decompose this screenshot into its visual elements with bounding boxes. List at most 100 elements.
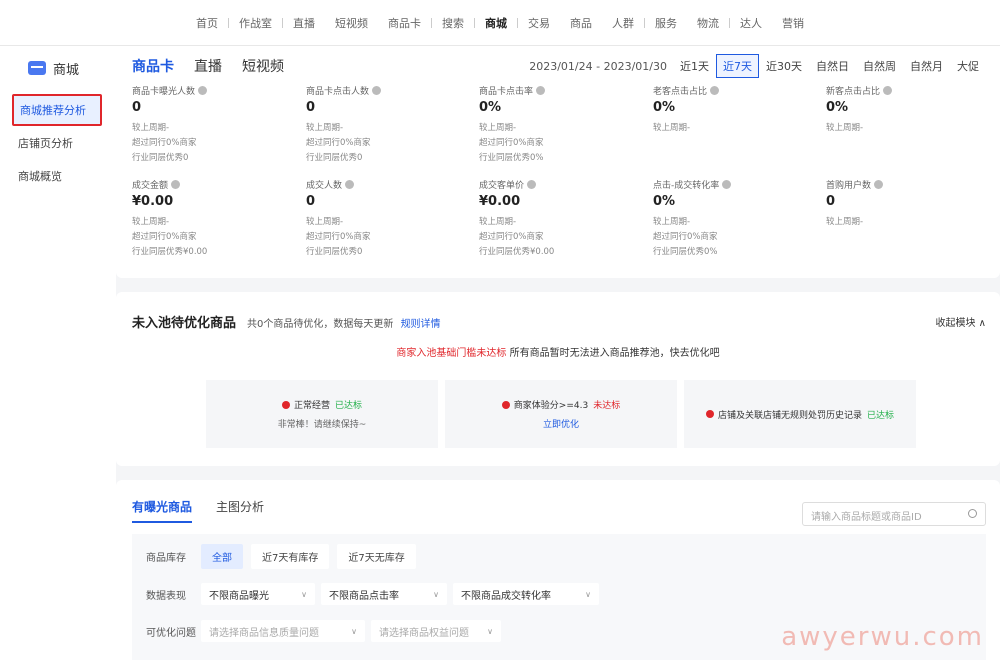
metric-card: 老客点击占比 0% 较上周期- — [653, 84, 823, 136]
pool-module: 未入池待优化商品 共0个商品待优化，数据每天更新 规则详情 收起模块 ∧ 商家入… — [116, 292, 1000, 466]
help-icon[interactable] — [198, 86, 208, 95]
sidebar: 商城 商城推荐分析 店铺页分析 商城概览 — [0, 46, 116, 660]
optimize-now-link[interactable]: 立即优化 — [543, 417, 579, 430]
alert-icon — [281, 400, 290, 409]
chevron-down-icon: ∨ — [487, 626, 493, 636]
criteria-label: 店铺及关联店铺无规则处罚历史记录 — [717, 410, 862, 421]
perf-label: 数据表现 — [146, 590, 186, 602]
metric-value: 0 — [132, 100, 142, 115]
sidebar-item-mall-overview[interactable]: 商城概览 — [0, 159, 116, 192]
metric-label-text: 商品卡曝光人数 — [132, 87, 196, 97]
chevron-down-icon: ∨ — [585, 589, 591, 599]
issue-label: 可优化问题 — [146, 627, 196, 639]
metrics-panel: 商品卡曝光人数 0 较上周期- 超过同行0%商家 行业同层优秀0 商品卡点击人数 0 较上周期… — [116, 86, 1000, 278]
metric-sub: 行业同层优秀¥0.00 — [479, 247, 555, 257]
nav-item[interactable]: 短视频 — [325, 15, 378, 31]
metric-sub: 较上周期- — [132, 217, 170, 227]
stock-7d-in-chip[interactable]: 近7天有库存 — [251, 544, 330, 569]
metric-sub: 超过同行0%商家 — [653, 232, 718, 242]
metric-sub: 超过同行0%商家 — [479, 232, 544, 242]
nav-item[interactable]: 商品 — [560, 15, 602, 31]
tab-product-card[interactable]: 商品卡 — [132, 56, 174, 76]
help-icon[interactable] — [722, 180, 732, 189]
nav-item[interactable]: 直播 — [283, 15, 325, 31]
sidebar-item-mall-recommend[interactable]: 商城推荐分析 — [12, 94, 102, 126]
collapse-module-button[interactable]: 收起模块 ∧ — [936, 314, 987, 329]
pool-title: 未入池待优化商品 — [132, 316, 237, 331]
tab-exposed-goods[interactable]: 有曝光商品 — [132, 498, 193, 523]
nav-item[interactable]: 商品卡 — [378, 15, 431, 31]
metric-sub: 超过同行0%商家 — [479, 138, 544, 148]
nav-item[interactable]: 营销 — [772, 15, 814, 31]
tab-live[interactable]: 直播 — [194, 56, 222, 76]
goods-search-input[interactable]: 请输入商品标题或商品ID — [802, 502, 986, 526]
nav-item[interactable]: 交易 — [518, 15, 560, 31]
help-icon[interactable] — [536, 86, 546, 95]
criteria-label: 商家体验分>=4.3 — [513, 401, 589, 411]
metric-sub: 较上周期- — [479, 217, 517, 227]
metric-value: 0 — [826, 194, 836, 209]
metric-label: 点击-成交转化率 — [653, 178, 823, 191]
rights-issue-select[interactable]: 请选择商品权益问题 ∨ — [371, 620, 501, 642]
stock-all-chip[interactable]: 全部 — [201, 544, 243, 569]
metric-sub: 行业同层优秀0% — [653, 247, 718, 257]
chevron-down-icon: ∨ — [301, 589, 307, 599]
range-30d[interactable]: 近30天 — [759, 54, 809, 78]
tab-short-video[interactable]: 短视频 — [242, 56, 284, 76]
range-7d[interactable]: 近7天 — [716, 54, 759, 78]
help-icon[interactable] — [527, 180, 537, 189]
ctr-select[interactable]: 不限商品点击率 ∨ — [321, 583, 447, 605]
metric-card: 商品卡点击人数 0 较上周期- 超过同行0%商家 行业同层优秀0 — [306, 84, 476, 166]
pool-desc: 共0个商品待优化，数据每天更新 规则详情 — [247, 315, 441, 330]
metric-sub: 较上周期- — [826, 217, 864, 227]
nav-item[interactable]: 人群 — [602, 15, 644, 31]
exposure-select[interactable]: 不限商品曝光 ∨ — [201, 583, 315, 605]
range-month[interactable]: 自然月 — [903, 54, 950, 78]
nav-item[interactable]: 物流 — [687, 15, 729, 31]
search-icon[interactable] — [968, 509, 977, 518]
metric-card: 成交金额 ¥0.00 较上周期- 超过同行0%商家 行业同层优秀¥0.00 — [132, 178, 302, 260]
range-promo[interactable]: 大促 — [950, 54, 986, 78]
criteria-status: 已达标 — [335, 401, 363, 411]
exposure-select-value: 不限商品曝光 — [209, 590, 269, 602]
help-icon[interactable] — [345, 180, 355, 189]
help-icon[interactable] — [710, 86, 720, 95]
tab-main-image[interactable]: 主图分析 — [216, 498, 264, 523]
metric-sub: 较上周期- — [479, 123, 517, 133]
criteria-label: 正常经营 — [293, 401, 330, 411]
nav-item[interactable]: 服务 — [645, 15, 687, 31]
quality-issue-select[interactable]: 请选择商品信息质量问题 ∨ — [201, 620, 365, 642]
range-day[interactable]: 自然日 — [809, 54, 856, 78]
conversion-select-value: 不限商品成交转化率 — [461, 590, 551, 602]
metric-sub: 行业同层优秀0 — [306, 153, 363, 163]
sidebar-item-shop-page[interactable]: 店铺页分析 — [0, 126, 116, 159]
metric-value: 0% — [479, 100, 502, 115]
date-range[interactable]: 2023/01/24 - 2023/01/30 — [529, 60, 667, 73]
metric-card: 首购用户数 0 较上周期- — [826, 178, 996, 230]
metric-value: 0% — [653, 194, 676, 209]
conversion-select[interactable]: 不限商品成交转化率 ∨ — [453, 583, 599, 605]
stock-7d-out-chip[interactable]: 近7天无库存 — [337, 544, 416, 569]
metric-label: 新客点击占比 — [826, 84, 996, 97]
metric-sub: 行业同层优秀¥0.00 — [132, 247, 208, 257]
range-week[interactable]: 自然周 — [856, 54, 903, 78]
metric-label-text: 成交金额 — [132, 181, 169, 191]
metric-card: 商品卡曝光人数 0 较上周期- 超过同行0%商家 行业同层优秀0 — [132, 84, 302, 166]
metric-value: 0 — [306, 194, 316, 209]
range-1d[interactable]: 近1天 — [673, 54, 716, 78]
help-icon[interactable] — [883, 86, 893, 95]
help-icon[interactable] — [372, 86, 382, 95]
sidebar-brand: 商城 — [0, 46, 116, 90]
help-icon[interactable] — [874, 180, 884, 189]
pool-desc-text: 共0个商品待优化，数据每天更新 — [247, 319, 394, 330]
nav-item[interactable]: 达人 — [730, 15, 772, 31]
pool-warning-text: 所有商品暂时无法进入商品推荐池，快去优化吧 — [506, 348, 720, 359]
nav-item[interactable]: 商城 — [475, 15, 517, 31]
nav-item[interactable]: 首页 — [186, 15, 228, 31]
help-icon[interactable] — [171, 180, 181, 189]
rule-detail-link[interactable]: 规则详情 — [401, 319, 441, 330]
nav-item[interactable]: 作战室 — [229, 15, 282, 31]
nav-item[interactable]: 搜索 — [432, 15, 474, 31]
alert-icon — [501, 400, 510, 409]
metric-label: 成交金额 — [132, 178, 302, 191]
